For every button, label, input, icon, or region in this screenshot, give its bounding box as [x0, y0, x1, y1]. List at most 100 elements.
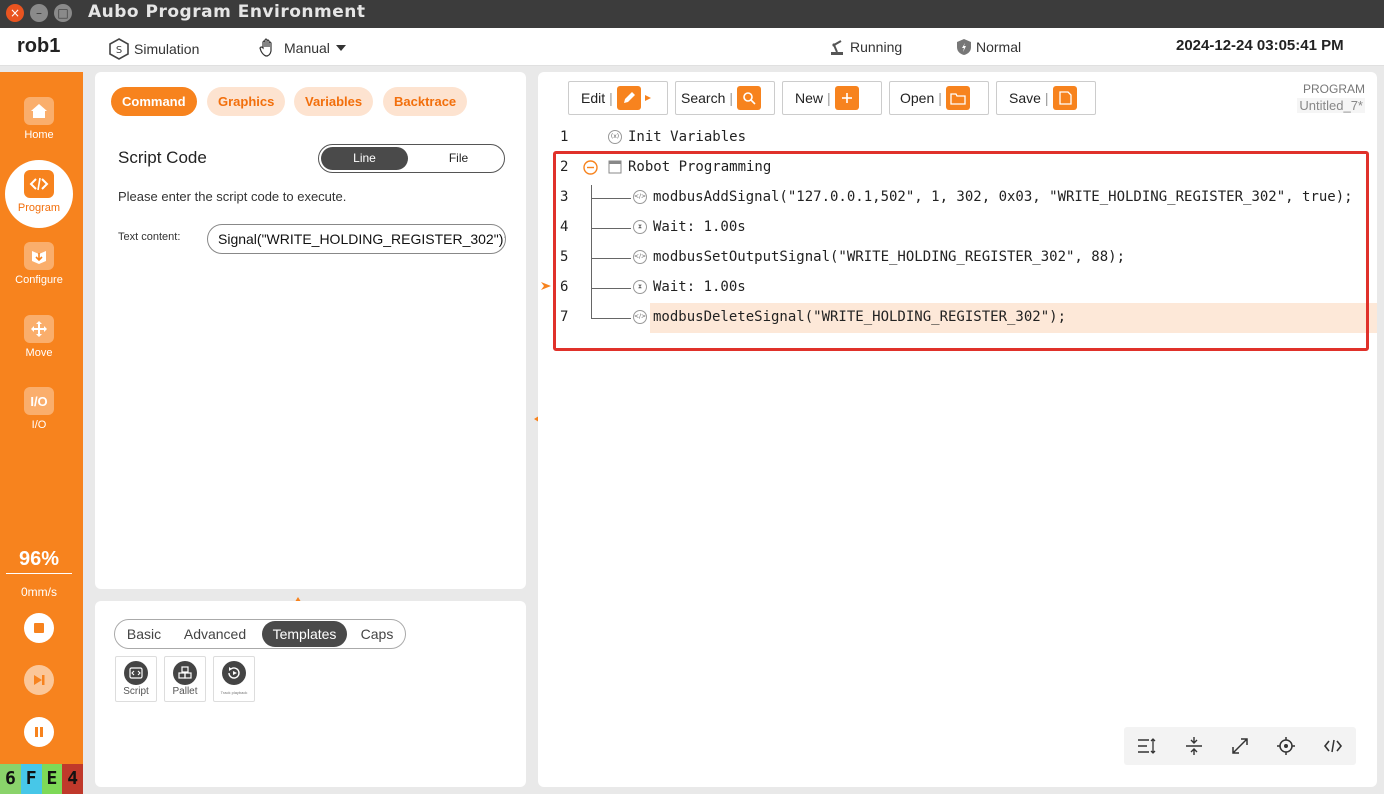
sidebar-item-label: Configure: [15, 274, 63, 286]
text-content-label: Text content:: [118, 231, 181, 243]
code-icon: [24, 170, 54, 198]
tab-basic[interactable]: Basic: [118, 621, 170, 647]
simulation-icon: S: [109, 38, 129, 60]
run-state-label: Running: [850, 39, 903, 55]
tab-advanced[interactable]: Advanced: [176, 621, 254, 647]
template-label: Pallet: [172, 686, 198, 697]
step-button[interactable]: [24, 665, 54, 695]
pencil-icon: [616, 86, 641, 110]
version-char: 6: [0, 764, 21, 794]
sidebar-item-label: I/O: [31, 419, 47, 431]
align-icon[interactable]: [1133, 732, 1161, 760]
sidebar: Home Program Configure Move I/O I/O 96% …: [0, 72, 83, 794]
status-header: rob1 S Simulation Manual Running Normal …: [0, 28, 1384, 66]
tab-command[interactable]: Command: [111, 87, 197, 116]
version-char: 4: [62, 764, 83, 794]
template-panel: Basic Advanced Templates Caps Script Pal…: [95, 601, 526, 787]
tab-caps[interactable]: Caps: [351, 621, 403, 647]
text-content-input[interactable]: [207, 224, 506, 254]
speed-divider: [6, 573, 72, 574]
template-pallet[interactable]: Pallet: [164, 656, 206, 702]
template-track-playback[interactable]: Track playback: [213, 656, 255, 702]
chevron-down-icon: [335, 45, 346, 51]
code-line[interactable]: 1 (x) Init Variables: [538, 123, 1377, 153]
expand-icon[interactable]: [1226, 732, 1254, 760]
stop-button[interactable]: [24, 613, 54, 643]
tab-graphics[interactable]: Graphics: [207, 87, 286, 116]
save-button[interactable]: Save |: [996, 81, 1096, 115]
version-char: E: [41, 764, 63, 794]
robot-name[interactable]: rob1: [17, 35, 60, 58]
open-label: Open: [900, 90, 935, 106]
save-label: Save: [1009, 90, 1041, 106]
program-view-toolbar: [1124, 727, 1356, 765]
template-label: Track playback: [220, 690, 248, 695]
sidebar-item-label: Home: [24, 129, 54, 141]
script-hint: Please enter the script code to execute.: [118, 189, 347, 204]
command-panel: Command Graphics Variables Backtrace Scr…: [95, 72, 526, 589]
minimize-window-button[interactable]: –: [30, 4, 48, 22]
speed-value: 0mm/s: [21, 585, 57, 599]
program-name: Untitled_7*: [1297, 98, 1365, 113]
open-button[interactable]: Open |: [889, 81, 989, 115]
search-icon: [737, 86, 761, 110]
line-number: 1: [560, 129, 569, 145]
new-file-icon: [834, 86, 859, 110]
locate-icon[interactable]: [1272, 732, 1300, 760]
code-view-icon[interactable]: [1319, 732, 1347, 760]
speed-percent[interactable]: 96%: [0, 548, 78, 571]
pause-icon: [35, 727, 43, 737]
edit-button[interactable]: Edit |: [568, 81, 668, 115]
sidebar-item-home[interactable]: Home: [0, 97, 78, 141]
program-panel: Edit | Search | New | Open | Save | PROGRAM U…: [538, 72, 1377, 787]
search-button[interactable]: Search |: [675, 81, 775, 115]
pause-button[interactable]: [24, 717, 54, 747]
tab-backtrace[interactable]: Backtrace: [383, 87, 468, 116]
sidebar-item-program[interactable]: Program: [0, 170, 78, 214]
window-title: Aubo Program Environment: [88, 2, 366, 22]
safety-label: Normal: [976, 39, 1022, 55]
window-titlebar: × – □ Aubo Program Environment: [0, 0, 1384, 28]
move-icon: [24, 315, 54, 343]
simulation-mode[interactable]: S Simulation: [108, 38, 199, 60]
tab-variables[interactable]: Variables: [294, 87, 374, 116]
collapse-icon[interactable]: [1180, 732, 1208, 760]
segment-file[interactable]: File: [415, 147, 502, 170]
highlight-annotation-box: [553, 151, 1369, 351]
io-icon: I/O: [24, 387, 54, 415]
search-label: Search: [681, 90, 726, 106]
version-strip: 6 F E 4: [0, 764, 83, 794]
edit-label: Edit: [581, 90, 606, 106]
tab-templates[interactable]: Templates: [262, 621, 347, 647]
script-icon: [124, 661, 148, 685]
safety-status: Normal: [956, 38, 1021, 56]
sidebar-item-move[interactable]: Move: [0, 315, 78, 359]
manual-label: Manual: [284, 40, 330, 56]
program-label: PROGRAM: [1302, 82, 1365, 96]
save-icon: [1052, 86, 1077, 110]
sidebar-item-io[interactable]: I/O I/O: [0, 387, 78, 431]
code-text: Init Variables: [628, 129, 747, 145]
shield-icon: [957, 39, 971, 55]
configure-icon: [24, 242, 54, 270]
svg-text:S: S: [116, 45, 122, 56]
sidebar-item-label: Program: [17, 202, 61, 214]
run-state-indicator: Running: [828, 38, 902, 56]
sidebar-item-label: Move: [25, 347, 53, 359]
variable-node-icon: (x): [608, 130, 622, 144]
io-icon-text: I/O: [30, 393, 48, 409]
close-window-button[interactable]: ×: [6, 4, 24, 22]
new-button[interactable]: New |: [782, 81, 882, 115]
manual-mode-dropdown[interactable]: Manual: [258, 38, 348, 58]
version-char: F: [20, 764, 42, 794]
segment-line[interactable]: Line: [321, 147, 408, 170]
section-title: Script Code: [118, 148, 207, 167]
robot-arm-icon: [831, 40, 843, 55]
sidebar-item-configure[interactable]: Configure: [0, 242, 78, 286]
track-playback-icon: [222, 661, 246, 685]
template-script[interactable]: Script: [115, 656, 157, 702]
hand-icon: [259, 38, 272, 57]
step-icon: [34, 675, 45, 685]
maximize-window-button[interactable]: □: [54, 4, 72, 22]
stop-icon: [34, 623, 44, 633]
